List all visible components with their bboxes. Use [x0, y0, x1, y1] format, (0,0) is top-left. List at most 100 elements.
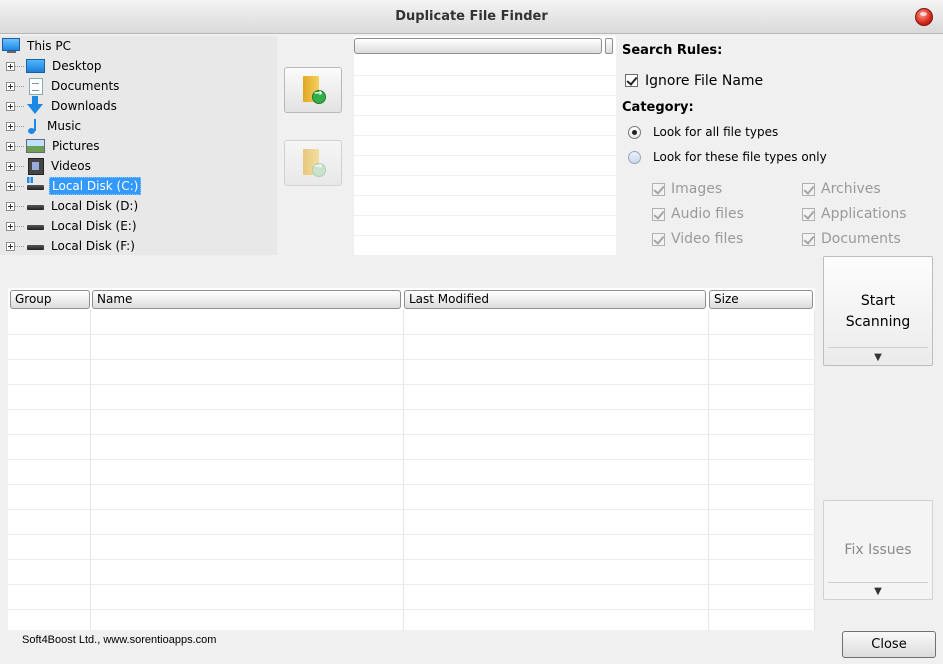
tree-item-desktop[interactable]: Desktop [6, 56, 104, 76]
tree-item-label: Downloads [51, 99, 117, 113]
audio-files-checkbox[interactable] [652, 208, 665, 221]
column-header-group[interactable]: Group [10, 290, 90, 309]
window-close-icon[interactable] [915, 8, 933, 26]
folder-tree[interactable]: This PC Desktop Documents Downloads Musi… [0, 36, 277, 255]
window-title: Duplicate File Finder [395, 9, 548, 24]
start-scanning-label-2: Scanning [845, 314, 911, 330]
tree-item-local-disk-e[interactable]: Local Disk (E:) [6, 216, 139, 236]
tree-item-documents[interactable]: Documents [6, 76, 121, 96]
images-checkbox[interactable] [652, 183, 665, 196]
list-item[interactable] [354, 116, 616, 136]
column-header-last-modified[interactable]: Last Modified [404, 290, 706, 309]
list-item[interactable] [354, 216, 616, 236]
table-row[interactable] [8, 560, 815, 585]
close-button[interactable]: Close [842, 631, 936, 658]
archives-checkbox[interactable] [802, 183, 815, 196]
video-files-checkbox[interactable] [652, 233, 665, 246]
these-file-types-radio[interactable] [628, 151, 641, 164]
expand-icon[interactable] [6, 161, 15, 171]
expand-icon[interactable] [6, 101, 15, 111]
table-row[interactable] [8, 510, 815, 535]
start-scanning-button[interactable]: Start Scanning ▼ [823, 256, 933, 366]
disk-icon [27, 205, 44, 210]
list-item[interactable] [354, 76, 616, 96]
table-row[interactable] [8, 385, 815, 410]
tree-root-label: This PC [27, 39, 71, 53]
paths-column-header-extra[interactable] [605, 38, 613, 54]
chevron-down-icon[interactable]: ▼ [824, 586, 932, 597]
expand-icon[interactable] [6, 181, 15, 191]
computer-icon [2, 38, 20, 53]
category-title: Category: [622, 100, 694, 115]
column-header-size[interactable]: Size [709, 290, 813, 309]
paths-column-header[interactable] [354, 38, 602, 54]
tree-item-music[interactable]: Music [6, 116, 83, 136]
table-row[interactable] [8, 310, 815, 335]
desktop-icon [26, 59, 45, 73]
tree-item-videos[interactable]: Videos [6, 156, 93, 176]
archives-label: Archives [821, 181, 881, 197]
list-item[interactable] [354, 136, 616, 156]
all-file-types-label: Look for all file types [653, 125, 779, 139]
add-arrow-icon [312, 88, 326, 104]
table-row[interactable] [8, 410, 815, 435]
tree-item-local-disk-c[interactable]: Local Disk (C:) [6, 176, 142, 196]
tree-item-local-disk-f[interactable]: Local Disk (F:) [6, 236, 137, 256]
start-scanning-label-1: Start [860, 293, 896, 309]
list-item[interactable] [354, 196, 616, 216]
audio-files-label: Audio files [671, 206, 744, 222]
list-item[interactable] [354, 96, 616, 116]
table-row[interactable] [8, 610, 815, 630]
tree-item-label: Music [47, 119, 82, 133]
tree-item-downloads[interactable]: Downloads [6, 96, 119, 116]
applications-label: Applications [821, 206, 907, 222]
ignore-file-name-checkbox[interactable] [625, 74, 638, 87]
table-row[interactable] [8, 585, 815, 610]
table-row[interactable] [8, 460, 815, 485]
tree-item-label: Local Disk (E:) [51, 219, 137, 233]
videos-icon [28, 158, 44, 175]
expand-icon[interactable] [6, 81, 15, 91]
fix-issues-button[interactable]: Fix Issues ▼ [823, 500, 933, 600]
table-row[interactable] [8, 485, 815, 510]
ignore-file-name-label: Ignore File Name [645, 73, 764, 89]
table-row[interactable] [8, 360, 815, 385]
tree-item-label: Desktop [52, 59, 102, 73]
expand-icon[interactable] [6, 61, 15, 71]
tree-root[interactable]: This PC [2, 36, 73, 56]
list-item[interactable] [354, 156, 616, 176]
expand-icon[interactable] [6, 221, 15, 231]
results-table[interactable]: Group Name Last Modified Size [8, 288, 815, 630]
system-disk-icon [27, 177, 44, 190]
applications-checkbox[interactable] [802, 208, 815, 221]
tree-item-local-disk-d[interactable]: Local Disk (D:) [6, 196, 140, 216]
table-row[interactable] [8, 535, 815, 560]
tree-item-label: Documents [51, 79, 120, 93]
add-folder-button[interactable] [284, 67, 342, 113]
table-row[interactable] [8, 435, 815, 460]
documents-checkbox[interactable] [802, 233, 815, 246]
disk-icon [27, 245, 44, 250]
table-row[interactable] [8, 335, 815, 360]
column-header-name[interactable]: Name [92, 290, 401, 309]
tree-item-pictures[interactable]: Pictures [6, 136, 102, 156]
list-item[interactable] [354, 56, 616, 76]
expand-icon[interactable] [6, 121, 15, 131]
remove-arrow-icon [312, 161, 326, 177]
remove-folder-button[interactable] [284, 140, 342, 186]
search-folders-list[interactable] [354, 36, 616, 256]
expand-icon[interactable] [6, 141, 15, 151]
video-files-label: Video files [671, 231, 744, 247]
expand-icon[interactable] [6, 201, 15, 211]
disk-icon [27, 225, 44, 230]
list-item[interactable] [354, 236, 616, 256]
chevron-down-icon[interactable]: ▼ [824, 352, 932, 363]
list-item[interactable] [354, 176, 616, 196]
all-file-types-radio[interactable] [628, 126, 641, 139]
expand-icon[interactable] [6, 241, 15, 251]
pictures-icon [26, 139, 45, 153]
title-bar: Duplicate File Finder [0, 0, 943, 34]
documents-label: Documents [821, 231, 901, 247]
tree-item-label: Local Disk (F:) [51, 239, 135, 253]
images-label: Images [671, 181, 723, 197]
